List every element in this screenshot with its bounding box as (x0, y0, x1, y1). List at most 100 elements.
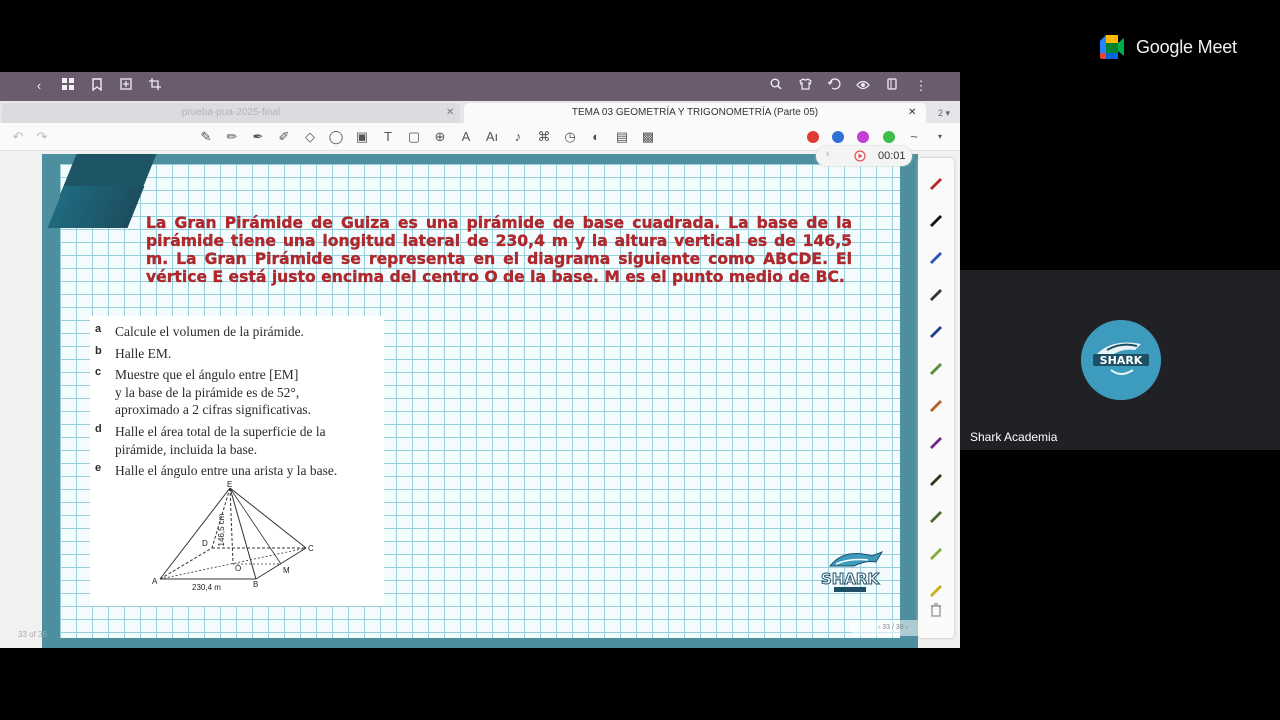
page-decoration (47, 186, 145, 228)
vertex-c-label: C (308, 544, 314, 553)
shape-tool-icon[interactable]: ▢ (405, 128, 423, 146)
question-letter: e (95, 462, 102, 474)
vertex-b-label: B (253, 580, 258, 589)
question-text: Halle el área total de la superficie de … (115, 424, 326, 457)
crop-icon[interactable] (147, 78, 163, 94)
pen-green-icon[interactable] (928, 359, 944, 375)
pyramid-diagram: E A B C D O M 146,5 cm 230,4 m (152, 480, 314, 592)
brush-tool-icon[interactable]: ✒ (249, 128, 267, 146)
toolbar-more-icon[interactable]: ▾ (931, 128, 949, 146)
svg-text:SHARK: SHARK (1100, 354, 1143, 367)
tab-tema03[interactable]: TEMA 03 GEOMETRÍA Y TRIGONOMETRÍA (Parte… (464, 103, 926, 123)
search-icon[interactable] (768, 78, 784, 94)
height-label: 146,5 cm (217, 513, 226, 546)
eraser-tool-icon[interactable]: ◇ (301, 128, 319, 146)
pen-tool-icon[interactable]: ✎ (197, 128, 215, 146)
pen-orange-icon[interactable] (928, 396, 944, 412)
more-icon[interactable]: ⋮ (913, 78, 929, 94)
rotate-icon[interactable] (826, 78, 842, 94)
highlighter-lime-icon[interactable] (928, 544, 944, 560)
question-text: Muestre que el ángulo entre [EM] y la ba… (115, 367, 312, 417)
tab-close-icon[interactable]: ✕ (446, 103, 454, 123)
problem-statement: La Gran Pirámide de Guiza es una pirámid… (146, 214, 852, 286)
text-select-tool-icon[interactable]: A (457, 128, 475, 146)
annotation-toolbar: ↶ ↷ ✎ ✏ ✒ ✐ ◇ ◯ ▣ T ▢ ⊕ A Aı ♪ ⌘ ◷ ◐ ▤ ▩… (0, 123, 960, 151)
scan-tool-icon[interactable]: ▤ (613, 128, 631, 146)
timer-tool-icon[interactable]: ◷ (561, 128, 579, 146)
vertex-a-label: A (152, 577, 158, 586)
tab-bar: prueba-pua-2025-final ✕ TEMA 03 GEOMETRÍ… (0, 101, 960, 123)
ai-tool-icon[interactable]: Aı (483, 128, 501, 146)
chevron-left-icon[interactable]: ‹ (878, 624, 880, 631)
collapse-icon[interactable]: ‹ (826, 148, 830, 160)
back-icon[interactable]: ‹ (31, 78, 47, 94)
color-red-swatch[interactable] (807, 131, 819, 143)
zoom-tool-icon[interactable]: ⊕ (431, 128, 449, 146)
base-length-label: 230,4 m (192, 583, 221, 592)
question-text: Halle EM. (115, 346, 172, 361)
recording-timer[interactable]: ‹ 00:01 (816, 146, 912, 166)
sticker-tool-icon[interactable]: ◐ (587, 128, 605, 146)
chevron-right-icon[interactable]: › (906, 624, 908, 631)
bookmark-icon[interactable] (89, 78, 105, 94)
pen-purple-icon[interactable] (928, 433, 944, 449)
document-area: La Gran Pirámide de Guiza es una pirámid… (0, 146, 960, 648)
lasso-tool-icon[interactable]: ◯ (327, 128, 345, 146)
tab-prueba[interactable]: prueba-pua-2025-final ✕ (2, 103, 460, 123)
pen-blue-icon[interactable] (928, 248, 944, 264)
shared-screen: ‹ ⋮ prueba-pua-2025-final ✕ TEMA 03 GEOM… (0, 72, 960, 648)
eye-icon[interactable] (855, 78, 871, 94)
tab-overflow[interactable]: 2 ▾ (930, 103, 958, 123)
tab-overflow-count: 2 (937, 108, 943, 118)
undo-icon[interactable]: ↶ (9, 128, 27, 146)
color-green-swatch[interactable] (883, 131, 895, 143)
shirt-icon[interactable] (797, 78, 813, 94)
link-tool-icon[interactable]: ⌘ (535, 128, 553, 146)
tab-close-icon[interactable]: ✕ (908, 103, 916, 123)
microphone-icon[interactable]: ♪ (509, 128, 527, 146)
highlighter-tool-icon[interactable]: ✐ (275, 128, 293, 146)
pen-moss-icon[interactable] (928, 507, 944, 523)
stroke-style-icon[interactable]: ~ (905, 128, 923, 146)
grid-icon[interactable] (60, 78, 76, 94)
question-letter: b (95, 345, 102, 357)
record-icon[interactable] (854, 150, 866, 162)
meet-brand-text: Google Meet (1136, 37, 1237, 57)
text-box-tool-icon[interactable]: T (379, 128, 397, 146)
image-tool-icon[interactable]: ▣ (353, 128, 371, 146)
question-letter: d (95, 423, 102, 435)
translate-tool-icon[interactable]: ▩ (639, 128, 657, 146)
point-m-label: M (283, 566, 290, 575)
document-page[interactable]: La Gran Pirámide de Guiza es una pirámid… (47, 154, 936, 638)
pen-black-icon[interactable] (928, 211, 944, 227)
book-icon[interactable] (884, 78, 900, 94)
participant-tile[interactable]: SHARK Shark Academia (960, 270, 1280, 450)
question-text: Calcule el volumen de la pirámide. (115, 324, 304, 339)
shark-logo: SHARK (820, 550, 884, 592)
question-list: a Calcule el volumen de la pirámide. b H… (90, 316, 384, 606)
page-frame: La Gran Pirámide de Guiza es una pirámid… (42, 146, 936, 648)
vertex-e-label: E (227, 480, 232, 489)
pencil-tool-icon[interactable]: ✏ (223, 128, 241, 146)
timer-text: 00:01 (878, 150, 906, 162)
pen-olive-icon[interactable] (928, 470, 944, 486)
color-purple-swatch[interactable] (857, 131, 869, 143)
tab-label: TEMA 03 GEOMETRÍA Y TRIGONOMETRÍA (Parte… (571, 107, 819, 118)
google-meet-logo-icon (1100, 35, 1124, 59)
add-page-icon[interactable] (118, 78, 134, 94)
pen-navy-icon[interactable] (928, 322, 944, 338)
vertex-d-label: D (202, 539, 208, 548)
participant-name: Shark Academia (970, 430, 1058, 444)
meet-stage: Google Meet SHARK Shark Academia ‹ ⋮ pru… (0, 0, 1280, 720)
color-blue-swatch[interactable] (832, 131, 844, 143)
highlighter-yellow-icon[interactable] (928, 581, 944, 597)
pen-dark-icon[interactable] (928, 285, 944, 301)
pen-red-icon[interactable] (928, 174, 944, 190)
chevron-down-icon: ▾ (945, 108, 951, 118)
point-o-label: O (235, 564, 241, 573)
redo-icon[interactable]: ↷ (33, 128, 51, 146)
trash-icon[interactable] (928, 602, 944, 618)
app-top-bar: ‹ ⋮ (0, 72, 960, 101)
participant-avatar: SHARK (1081, 320, 1161, 400)
tab-label: prueba-pua-2025-final (181, 107, 281, 118)
